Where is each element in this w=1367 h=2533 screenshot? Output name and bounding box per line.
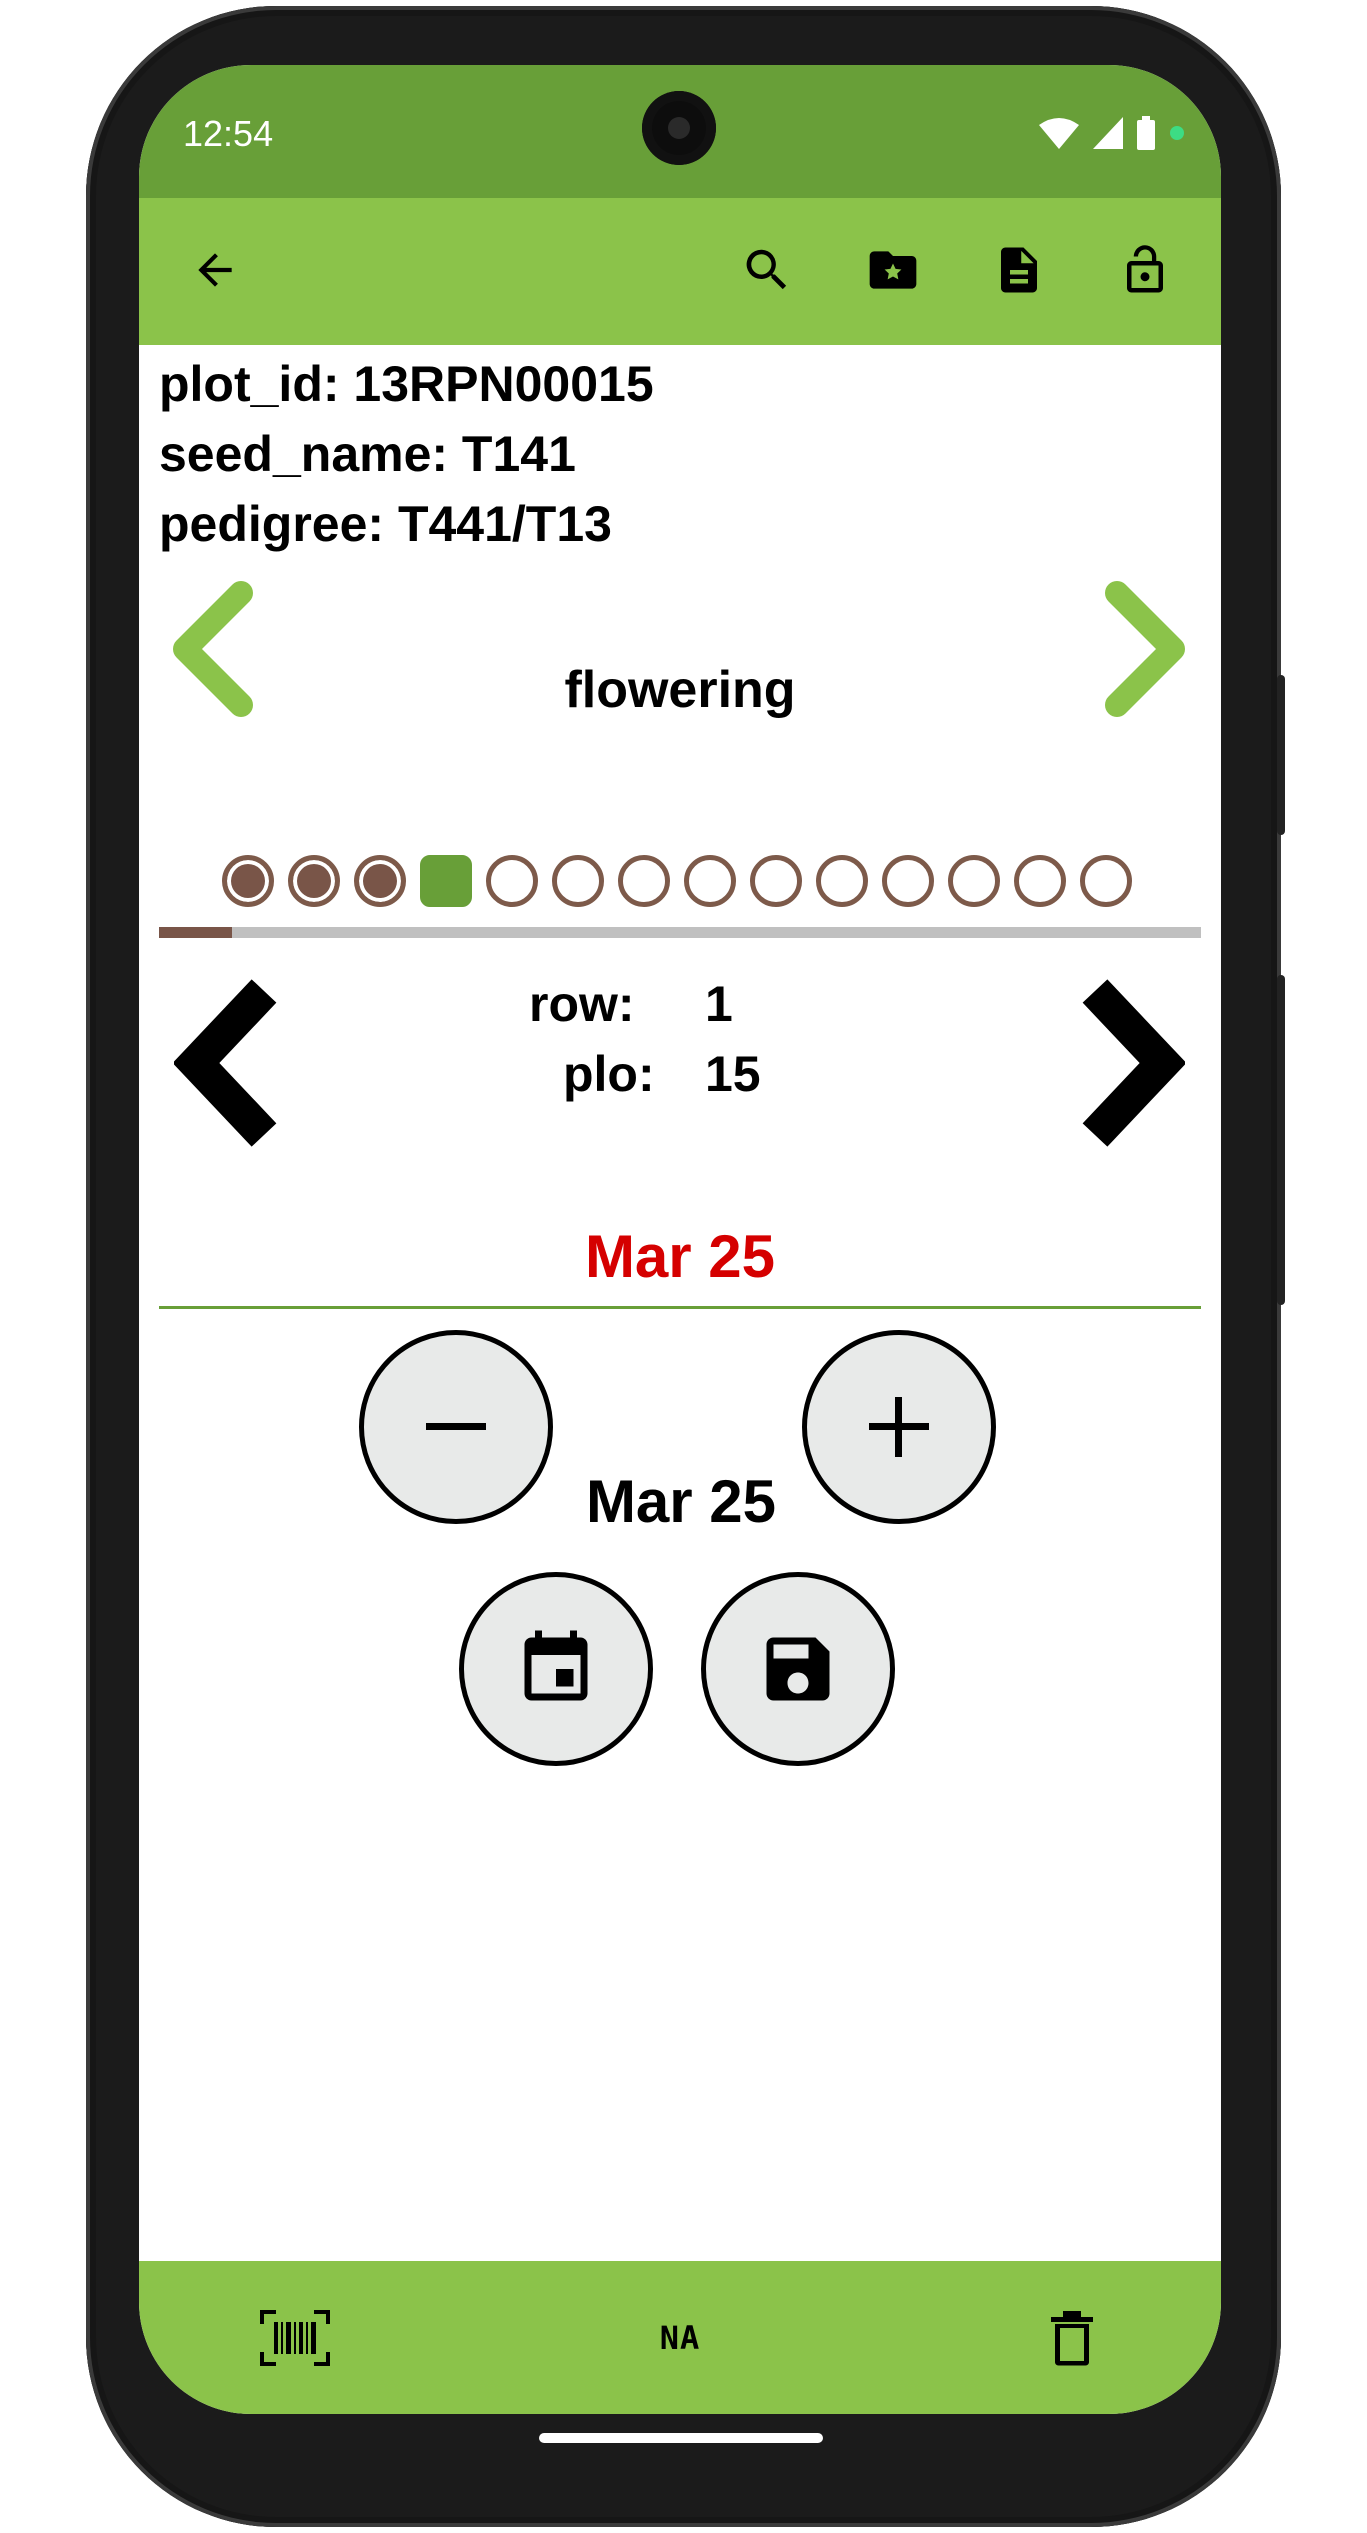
trait-dot-pending[interactable]	[882, 855, 934, 907]
next-plot-button[interactable]	[1070, 973, 1187, 1158]
search-button[interactable]	[735, 238, 799, 302]
volume-button	[1277, 975, 1285, 1305]
calendar-button[interactable]	[459, 1572, 653, 1766]
favorites-button[interactable]	[861, 238, 925, 302]
trait-dot-current[interactable]	[420, 855, 472, 907]
cellular-signal-icon	[1093, 117, 1123, 149]
barcode-scan-icon	[260, 2310, 330, 2366]
favorite-folder-icon	[869, 251, 917, 289]
back-button[interactable]	[183, 238, 247, 302]
trait-name: flowering	[564, 661, 796, 719]
trash-icon	[1051, 2311, 1093, 2366]
wifi-icon	[1039, 118, 1079, 149]
plot-value: 15	[705, 1046, 761, 1102]
plus-icon	[869, 1397, 929, 1457]
bottom-action-bar: NA	[139, 2261, 1221, 2414]
trait-dot-completed[interactable]	[288, 855, 340, 907]
plot-label: plo:	[563, 1046, 655, 1102]
minus-icon	[426, 1423, 486, 1430]
trait-dot-pending[interactable]	[816, 855, 868, 907]
decrement-date-button[interactable]	[359, 1330, 553, 1524]
next-trait-button[interactable]	[1099, 579, 1191, 724]
row-value: 1	[705, 976, 733, 1032]
power-button	[1277, 675, 1285, 835]
trait-dot-pending[interactable]	[684, 855, 736, 907]
chevron-right-icon	[1105, 581, 1185, 717]
home-gesture-bar[interactable]	[539, 2433, 823, 2443]
front-camera	[642, 91, 716, 165]
save-button[interactable]	[701, 1572, 895, 1766]
trait-dot-completed[interactable]	[354, 855, 406, 907]
trait-dot-pending[interactable]	[750, 855, 802, 907]
na-button[interactable]: NA	[640, 2305, 720, 2371]
calendar-icon	[524, 1630, 588, 1701]
trait-dot-pending[interactable]	[486, 855, 538, 907]
trait-dot-pending[interactable]	[552, 855, 604, 907]
app-screen: 12:54 plot_id: 13RPN00015 seed_name: T14…	[139, 65, 1221, 2414]
status-bar: 12:54	[139, 65, 1221, 198]
status-icons	[1039, 113, 1185, 153]
trait-progress-bar	[159, 927, 1201, 938]
trait-progress-fill	[159, 927, 232, 938]
lock-button[interactable]	[1113, 238, 1177, 302]
notification-dot-icon	[1170, 126, 1184, 140]
barcode-scan-button[interactable]	[255, 2305, 335, 2371]
floppy-disk-icon	[766, 1637, 830, 1701]
trait-dot-pending[interactable]	[618, 855, 670, 907]
increment-date-button[interactable]	[802, 1330, 996, 1524]
search-icon	[746, 249, 787, 290]
trait-dot-pending[interactable]	[1014, 855, 1066, 907]
trait-dot-pending[interactable]	[948, 855, 1000, 907]
pedigree-label: pedigree: T441/T13	[159, 496, 612, 552]
trait-dot-pending[interactable]	[1080, 855, 1132, 907]
lock-open-icon	[1127, 245, 1163, 293]
trait-dot-completed[interactable]	[222, 855, 274, 907]
seed-name-label: seed_name: T141	[159, 426, 576, 482]
back-arrow-icon	[198, 253, 232, 287]
row-label: row:	[529, 976, 635, 1032]
arrow-left-icon	[172, 979, 277, 1147]
delete-button[interactable]	[1032, 2305, 1112, 2371]
summary-document-icon	[1001, 247, 1037, 293]
summary-button[interactable]	[987, 238, 1051, 302]
current-date: Mar 25	[585, 1468, 777, 1535]
plot-id-label: plot_id: 13RPN00015	[159, 356, 654, 412]
previous-plot-button[interactable]	[172, 973, 289, 1158]
na-label: NA	[659, 2319, 701, 2357]
battery-icon	[1137, 116, 1155, 150]
observation-value: Mar 25	[584, 1223, 776, 1290]
app-toolbar	[139, 198, 1221, 345]
arrow-right-icon	[1082, 979, 1187, 1147]
status-time: 12:54	[183, 113, 274, 154]
value-underline	[159, 1306, 1201, 1309]
